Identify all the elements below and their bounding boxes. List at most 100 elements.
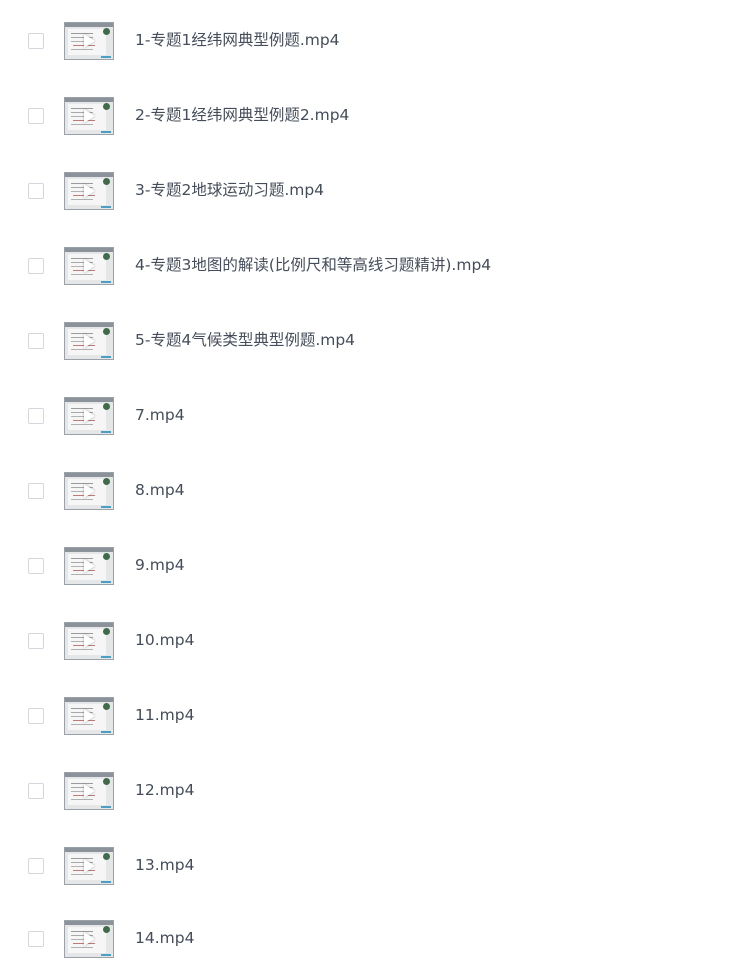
- thumbnail-footer: [101, 206, 111, 208]
- play-icon: [84, 784, 95, 798]
- list-item[interactable]: 11.mp4: [0, 677, 729, 752]
- globe-icon: [103, 553, 110, 560]
- video-thumbnail[interactable]: [64, 472, 114, 510]
- play-icon: [84, 109, 95, 123]
- thumbnail-footer: [101, 356, 111, 358]
- file-name[interactable]: 2-专题1经纬网典型例题2.mp4: [135, 105, 349, 125]
- globe-icon: [103, 253, 110, 260]
- checkbox[interactable]: [28, 483, 44, 499]
- thumbnail-titlebar: [65, 623, 113, 627]
- thumbnail-titlebar: [65, 698, 113, 702]
- thumbnail-titlebar: [65, 473, 113, 477]
- checkbox[interactable]: [28, 708, 44, 724]
- checkbox[interactable]: [28, 408, 44, 424]
- globe-icon: [103, 478, 110, 485]
- thumbnail-footer: [101, 731, 111, 733]
- video-thumbnail[interactable]: [64, 772, 114, 810]
- thumbnail-titlebar: [65, 398, 113, 402]
- play-icon: [84, 859, 95, 873]
- video-thumbnail[interactable]: [64, 172, 114, 210]
- file-name[interactable]: 11.mp4: [135, 705, 194, 725]
- video-thumbnail[interactable]: [64, 97, 114, 135]
- thumbnail-titlebar: [65, 323, 113, 327]
- thumbnail-footer: [101, 581, 111, 583]
- thumbnail-footer: [101, 281, 111, 283]
- checkbox[interactable]: [28, 931, 44, 947]
- list-item[interactable]: 2-专题1经纬网典型例题2.mp4: [0, 77, 729, 152]
- list-item[interactable]: 9.mp4: [0, 527, 729, 602]
- globe-icon: [103, 853, 110, 860]
- file-name[interactable]: 3-专题2地球运动习题.mp4: [135, 180, 324, 200]
- video-thumbnail[interactable]: [64, 697, 114, 735]
- thumbnail-titlebar: [65, 23, 113, 27]
- globe-icon: [103, 328, 110, 335]
- checkbox[interactable]: [28, 633, 44, 649]
- file-name[interactable]: 13.mp4: [135, 855, 194, 875]
- video-thumbnail[interactable]: [64, 622, 114, 660]
- file-name[interactable]: 14.mp4: [135, 928, 194, 948]
- file-name[interactable]: 8.mp4: [135, 480, 185, 500]
- thumbnail-footer: [101, 131, 111, 133]
- play-icon: [84, 259, 95, 273]
- file-name[interactable]: 12.mp4: [135, 780, 194, 800]
- play-icon: [84, 634, 95, 648]
- globe-icon: [103, 778, 110, 785]
- list-item[interactable]: 8.mp4: [0, 452, 729, 527]
- play-icon: [84, 932, 95, 946]
- video-thumbnail[interactable]: [64, 547, 114, 585]
- play-icon: [84, 184, 95, 198]
- checkbox[interactable]: [28, 258, 44, 274]
- list-item[interactable]: 7.mp4: [0, 377, 729, 452]
- play-icon: [84, 34, 95, 48]
- video-thumbnail[interactable]: [64, 22, 114, 60]
- video-thumbnail[interactable]: [64, 322, 114, 360]
- play-icon: [84, 559, 95, 573]
- file-name[interactable]: 1-专题1经纬网典型例题.mp4: [135, 30, 340, 50]
- globe-icon: [103, 703, 110, 710]
- video-thumbnail[interactable]: [64, 847, 114, 885]
- thumbnail-titlebar: [65, 248, 113, 252]
- thumbnail-footer: [101, 56, 111, 58]
- file-name[interactable]: 10.mp4: [135, 630, 194, 650]
- globe-icon: [103, 103, 110, 110]
- checkbox[interactable]: [28, 183, 44, 199]
- play-icon: [84, 484, 95, 498]
- file-name[interactable]: 4-专题3地图的解读(比例尺和等高线习题精讲).mp4: [135, 255, 491, 275]
- list-item[interactable]: 5-专题4气候类型典型例题.mp4: [0, 302, 729, 377]
- file-name[interactable]: 5-专题4气候类型典型例题.mp4: [135, 330, 355, 350]
- list-item[interactable]: 10.mp4: [0, 602, 729, 677]
- globe-icon: [103, 178, 110, 185]
- checkbox[interactable]: [28, 858, 44, 874]
- thumbnail-titlebar: [65, 848, 113, 852]
- file-name[interactable]: 9.mp4: [135, 555, 185, 575]
- thumbnail-footer: [101, 954, 111, 956]
- globe-icon: [103, 403, 110, 410]
- thumbnail-titlebar: [65, 98, 113, 102]
- file-list: 1-专题1经纬网典型例题.mp4 2-专题1经纬网典型例题2.mp4 3-专题2…: [0, 0, 729, 976]
- list-item[interactable]: 4-专题3地图的解读(比例尺和等高线习题精讲).mp4: [0, 227, 729, 302]
- list-item[interactable]: 12.mp4: [0, 752, 729, 827]
- list-item[interactable]: 1-专题1经纬网典型例题.mp4: [0, 2, 729, 77]
- video-thumbnail[interactable]: [64, 247, 114, 285]
- video-thumbnail[interactable]: [64, 920, 114, 958]
- checkbox[interactable]: [28, 558, 44, 574]
- play-icon: [84, 409, 95, 423]
- file-name[interactable]: 7.mp4: [135, 405, 185, 425]
- checkbox[interactable]: [28, 108, 44, 124]
- globe-icon: [103, 628, 110, 635]
- checkbox[interactable]: [28, 33, 44, 49]
- play-icon: [84, 334, 95, 348]
- thumbnail-footer: [101, 881, 111, 883]
- checkbox[interactable]: [28, 333, 44, 349]
- thumbnail-footer: [101, 506, 111, 508]
- list-item[interactable]: 13.mp4: [0, 827, 729, 902]
- thumbnail-titlebar: [65, 173, 113, 177]
- video-thumbnail[interactable]: [64, 397, 114, 435]
- thumbnail-footer: [101, 656, 111, 658]
- list-item[interactable]: 14.mp4: [0, 900, 729, 975]
- thumbnail-footer: [101, 806, 111, 808]
- list-item[interactable]: 3-专题2地球运动习题.mp4: [0, 152, 729, 227]
- play-icon: [84, 709, 95, 723]
- checkbox[interactable]: [28, 783, 44, 799]
- globe-icon: [103, 28, 110, 35]
